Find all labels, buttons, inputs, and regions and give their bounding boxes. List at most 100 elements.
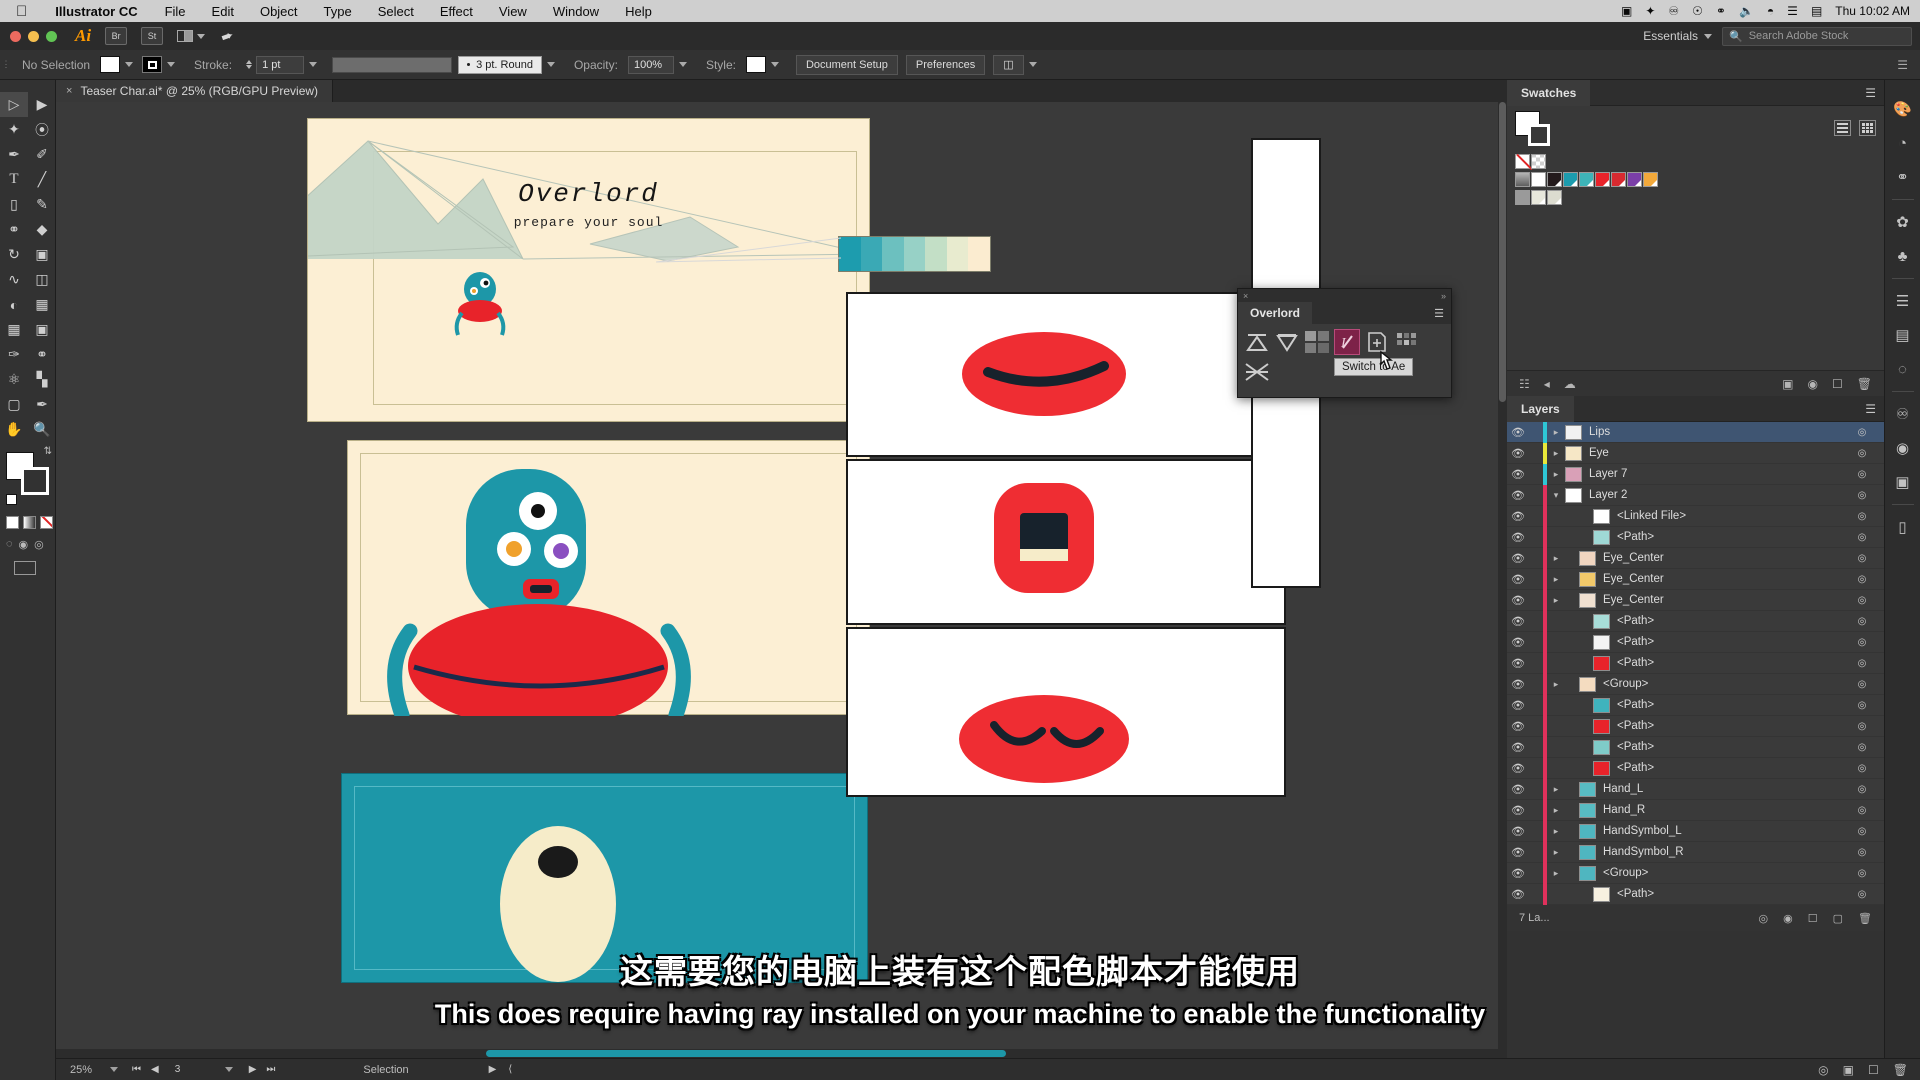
chevron-right-icon[interactable]: ▸ <box>1547 574 1565 585</box>
panel-menu-icon[interactable]: ☰ <box>1434 307 1451 320</box>
swatch-none[interactable] <box>1515 154 1530 169</box>
document-setup-button[interactable]: Document Setup <box>795 54 898 75</box>
menu-bar-clock[interactable]: Thu 10:02 AM <box>1835 5 1910 17</box>
bridge-button[interactable]: Br <box>105 27 128 45</box>
target-circle-icon[interactable]: ◎ <box>1849 532 1875 543</box>
layer-name[interactable]: <Path> <box>1617 615 1849 627</box>
eye-icon[interactable]: 👁 <box>1507 594 1529 607</box>
align-options-button[interactable]: ◫ <box>993 54 1024 75</box>
status-new-icon[interactable]: ☐ <box>1868 1063 1879 1077</box>
eye-icon[interactable]: 👁 <box>1507 804 1529 817</box>
target-circle-icon[interactable]: ◎ <box>1849 637 1875 648</box>
chevron-right-icon[interactable]: ▸ <box>1547 847 1565 858</box>
zoom-tool[interactable]: 🔍 <box>28 417 56 442</box>
minimize-window-button[interactable] <box>28 30 39 42</box>
control-bar-overflow-icon[interactable]: ☰ <box>1897 58 1920 72</box>
creative-cloud-icon[interactable]: ♾ <box>1885 397 1920 431</box>
new-sublayer-icon[interactable]: ☐ <box>1808 912 1818 925</box>
clock-status-icon[interactable]: ☉ <box>1692 5 1703 17</box>
eye-icon[interactable]: 👁 <box>1507 426 1529 439</box>
artboard-tool[interactable]: ▢ <box>0 392 28 417</box>
stroke-weight-dropdown-icon[interactable] <box>309 62 318 67</box>
horizontal-scrollbar[interactable] <box>56 1049 1507 1058</box>
hand-tool[interactable]: ✋ <box>0 417 28 442</box>
lasso-tool[interactable]: ⦿ <box>28 117 56 142</box>
perspective-grid-tool[interactable]: ▦ <box>28 292 56 317</box>
swatch-gray[interactable] <box>1515 190 1530 205</box>
slice-tool[interactable]: ✒ <box>28 392 56 417</box>
layer-name[interactable]: <Path> <box>1617 888 1849 900</box>
eye-icon[interactable]: 👁 <box>1507 552 1529 565</box>
type-tool[interactable]: T <box>0 167 28 192</box>
symbols-icon[interactable]: ♣ <box>1885 239 1920 273</box>
zoom-dropdown-icon[interactable] <box>110 1067 118 1072</box>
gradient-icon[interactable]: ▤ <box>1885 318 1920 352</box>
swatch-orange[interactable] <box>1643 172 1658 187</box>
status-delete-icon[interactable]: 🗑 <box>1893 1063 1908 1077</box>
input-source-icon[interactable]: ☰ <box>1787 5 1798 17</box>
volume-icon[interactable]: 🔈 <box>1739 5 1754 17</box>
menu-edit[interactable]: Edit <box>199 4 247 19</box>
overlord-tab[interactable]: Overlord ☰ <box>1238 302 1451 324</box>
column-graph-tool[interactable]: ▚ <box>28 367 56 392</box>
width-tool[interactable]: ∿ <box>0 267 28 292</box>
menu-window[interactable]: Window <box>540 4 612 19</box>
layer-name[interactable]: <Group> <box>1603 678 1849 690</box>
graphic-style-swatch[interactable] <box>745 56 766 73</box>
target-circle-icon[interactable]: ◎ <box>1849 763 1875 774</box>
last-page-icon[interactable]: ⏭ <box>266 1064 275 1075</box>
opacity-input[interactable]: 100% <box>627 55 674 74</box>
eye-icon[interactable]: 👁 <box>1507 741 1529 754</box>
target-circle-icon[interactable]: ◎ <box>1849 511 1875 522</box>
dropbox-icon[interactable]: ✦ <box>1645 5 1655 17</box>
chevron-right-icon[interactable]: ▸ <box>1547 805 1565 816</box>
target-circle-icon[interactable]: ◎ <box>1849 784 1875 795</box>
stock-button[interactable]: St <box>141 27 164 45</box>
paintbrush-tool[interactable]: ✎ <box>28 192 56 217</box>
eye-icon[interactable]: 👁 <box>1507 678 1529 691</box>
swatch-cream-2[interactable] <box>1547 190 1562 205</box>
eyedropper-tool[interactable]: ✑ <box>0 342 28 367</box>
layer-row[interactable]: 👁 ▾ Layer 2 ◎ <box>1507 484 1884 506</box>
swatch-gradient[interactable] <box>1515 172 1530 187</box>
close-icon[interactable]: × <box>66 85 72 97</box>
style-dropdown-icon[interactable] <box>770 62 779 67</box>
eraser-tool[interactable]: ◆ <box>28 217 56 242</box>
new-swatch-icon[interactable]: ☐ <box>1832 377 1843 391</box>
maximize-window-button[interactable] <box>46 30 57 42</box>
libraries-icon[interactable]: ◉ <box>1885 431 1920 465</box>
swatch-cream-1[interactable] <box>1531 190 1546 205</box>
panel-menu-icon[interactable]: ☰ <box>1865 402 1884 416</box>
eye-icon[interactable]: 👁 <box>1507 720 1529 733</box>
menu-effect[interactable]: Effect <box>427 4 486 19</box>
workspace-switcher[interactable]: Essentials <box>1643 29 1712 43</box>
vertical-scrollbar[interactable] <box>1498 102 1507 1049</box>
layer-name[interactable]: Layer 2 <box>1589 489 1849 501</box>
delete-layer-icon[interactable]: 🗑 <box>1858 912 1872 925</box>
wifi-icon[interactable]: ◓ <box>1767 5 1774 17</box>
search-adobe-stock-input[interactable]: 🔍 Search Adobe Stock <box>1722 26 1912 46</box>
prev-page-icon[interactable]: ◀ <box>151 1064 159 1075</box>
eye-icon[interactable]: 👁 <box>1507 867 1529 880</box>
menu-app-name[interactable]: Illustrator CC <box>41 4 151 19</box>
layer-row[interactable]: 👁 <Linked File> ◎ <box>1507 505 1884 527</box>
screen-record-icon[interactable]: ▣ <box>1621 5 1632 17</box>
rotate-tool[interactable]: ↻ <box>0 242 28 267</box>
target-circle-icon[interactable]: ◎ <box>1849 490 1875 501</box>
eye-icon[interactable]: 👁 <box>1507 825 1529 838</box>
eye-icon[interactable]: 👁 <box>1507 636 1529 649</box>
layers-list[interactable]: 👁 ▸ Lips ◎ 👁 ▸ Eye ◎ 👁 ▸ Layer 7 ◎ 👁 ▾ Layer 2 ◎ 👁 <Linke… <box>1507 422 1884 905</box>
menu-object[interactable]: Object <box>247 4 311 19</box>
artboard-mouth-3[interactable] <box>846 627 1286 797</box>
collapse-icon[interactable]: » <box>1441 291 1446 301</box>
layer-row[interactable]: 👁 <Path> ◎ <box>1507 715 1884 737</box>
layer-name[interactable]: <Path> <box>1617 741 1849 753</box>
target-circle-icon[interactable]: ◎ <box>1849 553 1875 564</box>
artboard-number-input[interactable]: 3 <box>169 1064 215 1075</box>
layer-name[interactable]: <Path> <box>1617 531 1849 543</box>
chevron-right-icon[interactable]: ▸ <box>1547 679 1565 690</box>
symbol-sprayer-tool[interactable]: ⚛ <box>0 367 28 392</box>
swatches-stroke-swatch[interactable] <box>1528 124 1550 146</box>
layers-dock-icon[interactable]: ▯ <box>1885 510 1920 544</box>
shape-builder-tool[interactable]: ◐ <box>0 292 28 317</box>
